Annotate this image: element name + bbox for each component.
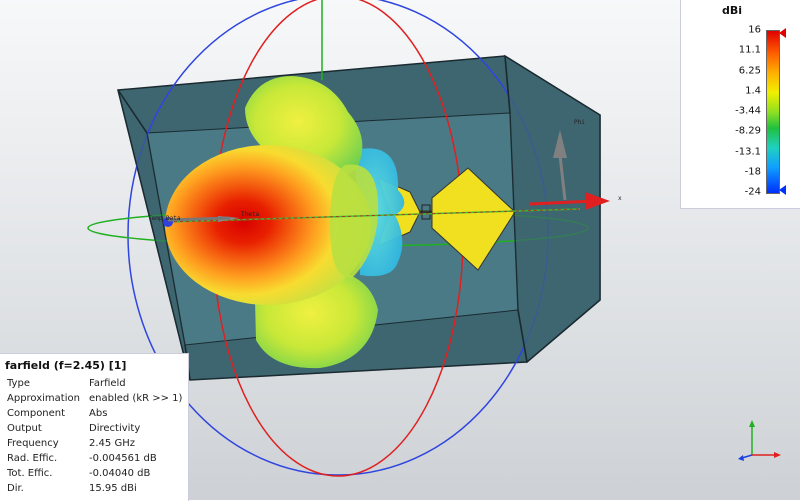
info-key: Output — [7, 423, 42, 434]
info-value: 2.45 GHz — [89, 438, 135, 449]
theta-label: Theta — [241, 211, 259, 218]
axis-triad — [738, 420, 781, 461]
colorbar-tick: 6.25 — [738, 65, 761, 76]
colorbar-tick: -13.1 — [735, 146, 761, 157]
x-axis-label: x — [618, 195, 622, 202]
info-key: Approximation — [7, 393, 80, 404]
info-key: Frequency — [7, 438, 59, 449]
info-value: -0.004561 dB — [89, 453, 157, 464]
info-title: farfield (f=2.45) [1] — [5, 359, 127, 372]
colorbar-unit: dBi — [721, 4, 743, 17]
info-key: Dir. — [7, 483, 24, 494]
info-row: Component Abs — [0, 406, 182, 421]
colorbar-tick: -3.44 — [735, 105, 761, 117]
info-row: Tot. Effic. -0.04040 dB — [0, 466, 182, 481]
farfield-info-panel: farfield (f=2.45) [1] Type Farfield Approx… — [0, 353, 189, 501]
info-key: Component — [7, 408, 66, 419]
colorbar-tick: -18 — [744, 166, 761, 178]
colorbar-tick: 1.4 — [745, 85, 761, 97]
probe-label: Temp Data — [148, 215, 181, 222]
info-row: Frequency 2.45 GHz — [0, 436, 182, 451]
colorbar-min-marker — [779, 185, 786, 195]
info-value: Abs — [89, 408, 108, 419]
info-key: Tot. Effic. — [7, 468, 53, 479]
colorbar-tick: -24 — [744, 186, 761, 198]
info-row: Dir. 15.95 dBi — [0, 481, 182, 496]
info-key: Type — [7, 378, 30, 389]
info-value: 15.95 dBi — [89, 483, 137, 494]
info-row: Type Farfield — [0, 376, 182, 391]
info-row: Output Directivity — [0, 421, 182, 436]
colorbar-legend: dBi 16 11.1 6.25 1.4 -3.44 -8.29 -13.1 -18 -24 — [680, 0, 800, 209]
phi-label: Phi — [574, 119, 585, 126]
info-value: enabled (kR >> 1) — [89, 393, 183, 404]
info-value: Directivity — [89, 423, 141, 434]
colorbar-max-marker — [779, 28, 786, 38]
info-value: Farfield — [89, 378, 126, 389]
info-key: Rad. Effic. — [7, 453, 58, 464]
info-row: Rad. Effic. -0.004561 dB — [0, 451, 182, 466]
colorbar-ticks: 16 11.1 6.25 1.4 -3.44 -8.29 -13.1 -18 -24 — [681, 25, 761, 198]
colorbar-tick: 16 — [748, 24, 761, 36]
colorbar-tick: 11.1 — [738, 44, 761, 56]
info-value: -0.04040 dB — [89, 468, 151, 479]
info-table: Type Farfield Approximation enabled (kR >> … — [0, 376, 182, 496]
colorbar-tick: -8.29 — [735, 125, 761, 137]
colorbar-gradient — [766, 30, 780, 194]
info-row: Approximation enabled (kR >> 1) — [0, 391, 182, 406]
